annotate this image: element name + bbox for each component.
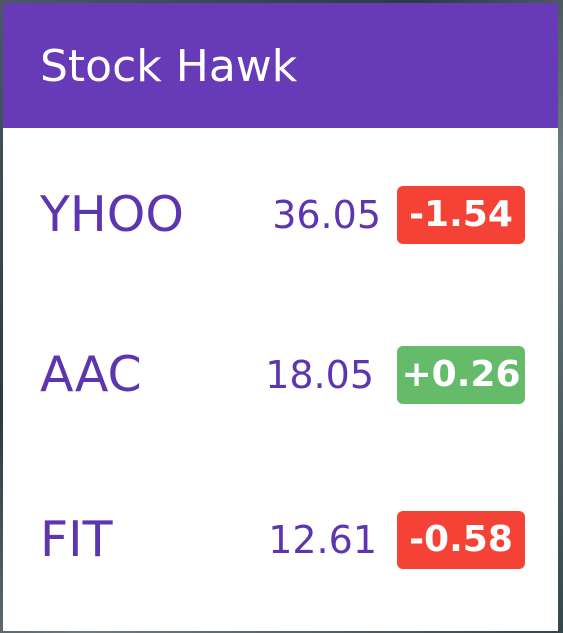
stock-row-aac[interactable]: AAC 18.05 +0.26 — [3, 325, 558, 425]
stock-price: 36.05 — [272, 193, 381, 237]
stock-widget: Stock Hawk YHOO 36.05 -1.54 AAC 18.05 +0… — [3, 3, 558, 631]
stock-row-fit[interactable]: FIT 12.61 -0.58 — [3, 490, 558, 590]
stock-price: 12.61 — [268, 518, 377, 562]
stock-symbol: FIT — [40, 511, 113, 568]
change-badge[interactable]: -0.58 — [397, 511, 525, 569]
stock-row-yhoo[interactable]: YHOO 36.05 -1.54 — [3, 165, 558, 265]
stock-price: 18.05 — [265, 353, 374, 397]
change-badge[interactable]: -1.54 — [397, 186, 525, 244]
app-title: Stock Hawk — [40, 41, 298, 92]
stock-symbol: AAC — [40, 346, 142, 403]
app-bar: Stock Hawk — [3, 3, 558, 128]
change-badge[interactable]: +0.26 — [397, 346, 525, 404]
stock-symbol: YHOO — [40, 186, 184, 243]
